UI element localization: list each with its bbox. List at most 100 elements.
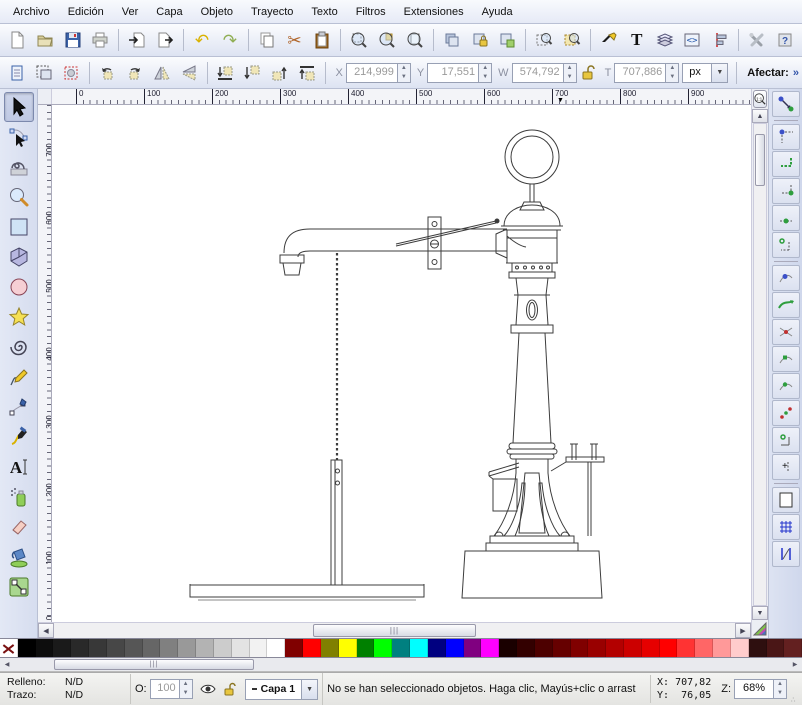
layer-selector[interactable]: Capa 1 ▼ xyxy=(245,679,318,700)
tool-rectangle[interactable] xyxy=(4,212,34,242)
snap-guides-button[interactable] xyxy=(772,541,800,567)
menu-archivo[interactable]: Archivo xyxy=(4,3,59,21)
spin-down-icon[interactable]: ▼ xyxy=(564,73,576,82)
find-replace-button[interactable] xyxy=(559,27,585,53)
save-button[interactable] xyxy=(60,27,86,53)
print-button[interactable] xyxy=(88,27,114,53)
redo-button[interactable]: ↷ xyxy=(217,27,243,53)
deselect-button[interactable] xyxy=(58,60,83,86)
swatch[interactable] xyxy=(285,639,303,657)
undo-button[interactable]: ↶ xyxy=(189,27,215,53)
input-devices-button[interactable]: ? xyxy=(772,27,798,53)
hscroll-track[interactable]: ||| xyxy=(54,623,735,638)
spin-up-icon[interactable]: ▲ xyxy=(398,64,410,73)
scroll-left-icon[interactable]: ◀ xyxy=(38,623,54,638)
swatch[interactable] xyxy=(107,639,125,657)
lower-to-bottom-button[interactable] xyxy=(213,60,238,86)
swatch[interactable] xyxy=(250,639,268,657)
spin-up-icon[interactable]: ▲ xyxy=(180,680,192,689)
open-button[interactable] xyxy=(32,27,58,53)
w-field[interactable]: 574,792▲▼ xyxy=(512,63,577,83)
layer-lock-button[interactable] xyxy=(219,678,241,700)
tool-bezier-pen[interactable] xyxy=(4,392,34,422)
scroll-down-icon[interactable]: ▼ xyxy=(752,606,768,620)
swatch[interactable] xyxy=(392,639,410,657)
swatch[interactable] xyxy=(553,639,571,657)
swatch[interactable] xyxy=(321,639,339,657)
swatch[interactable] xyxy=(535,639,553,657)
zoom-control[interactable]: Z: 68%▲▼ xyxy=(717,679,791,699)
menu-texto[interactable]: Texto xyxy=(302,3,346,21)
snap-object-centers-button[interactable] xyxy=(772,427,800,453)
swatch[interactable] xyxy=(517,639,535,657)
preferences-button[interactable] xyxy=(744,27,770,53)
spin-up-icon[interactable]: ▲ xyxy=(564,64,576,73)
menu-edicion[interactable]: Edición xyxy=(59,3,113,21)
snap-bbox-midpoints-button[interactable] xyxy=(772,205,800,231)
menu-trayecto[interactable]: Trayecto xyxy=(242,3,302,21)
snap-bbox-centers-button[interactable] xyxy=(772,232,800,258)
spin-down-icon[interactable]: ▼ xyxy=(180,689,192,698)
snap-nodes-button[interactable] xyxy=(772,265,800,291)
swatch[interactable] xyxy=(499,639,517,657)
swatch[interactable] xyxy=(767,639,785,657)
tool-star[interactable] xyxy=(4,302,34,332)
palette-scrollbar[interactable]: ◀ ||| ▶ xyxy=(0,658,802,672)
swatch[interactable] xyxy=(160,639,178,657)
tool-selector[interactable] xyxy=(4,92,34,122)
clone-button[interactable] xyxy=(467,27,493,53)
swatch[interactable] xyxy=(71,639,89,657)
enable-snap-button[interactable] xyxy=(772,91,800,117)
snap-bbox-edges-button[interactable] xyxy=(772,151,800,177)
fill-stroke-indicator[interactable]: Relleno: N/D Trazo: N/D xyxy=(3,674,131,704)
hscroll-handle[interactable]: ||| xyxy=(313,624,476,637)
swatch[interactable] xyxy=(125,639,143,657)
units-combo[interactable]: px▼ xyxy=(682,63,728,83)
swatch[interactable] xyxy=(660,639,678,657)
swatch[interactable] xyxy=(446,639,464,657)
swatch[interactable] xyxy=(784,639,802,657)
swatch[interactable] xyxy=(677,639,695,657)
spin-down-icon[interactable]: ▼ xyxy=(666,73,678,82)
chevron-down-icon[interactable]: ▼ xyxy=(712,63,728,83)
snap-cusp-nodes-button[interactable] xyxy=(772,346,800,372)
spin-down-icon[interactable]: ▼ xyxy=(479,73,491,82)
zoom-selection-button[interactable] xyxy=(346,27,372,53)
canvas[interactable] xyxy=(52,105,751,622)
zoom-drawing-button[interactable] xyxy=(374,27,400,53)
unlink-clone-button[interactable] xyxy=(495,27,521,53)
tool-3dbox[interactable] xyxy=(4,242,34,272)
paste-button[interactable] xyxy=(309,27,335,53)
tool-zoom[interactable] xyxy=(4,182,34,212)
export-button[interactable] xyxy=(152,27,178,53)
swatch[interactable] xyxy=(214,639,232,657)
xml-editor-button[interactable]: <> xyxy=(680,27,706,53)
swatch[interactable] xyxy=(642,639,660,657)
spin-up-icon[interactable]: ▲ xyxy=(479,64,491,73)
menu-ayuda[interactable]: Ayuda xyxy=(473,3,522,21)
import-button[interactable] xyxy=(124,27,150,53)
palette-scroll-left-icon[interactable]: ◀ xyxy=(0,661,14,668)
swatch[interactable] xyxy=(410,639,428,657)
lower-button[interactable] xyxy=(240,60,265,86)
vertical-ruler[interactable]: 700 600 500 400 300 200 100 0 xyxy=(38,105,52,622)
tool-tweak[interactable] xyxy=(4,152,34,182)
opacity-control[interactable]: O: 100▲▼ xyxy=(135,679,193,699)
swatch[interactable] xyxy=(267,639,285,657)
swatch[interactable] xyxy=(18,639,36,657)
swatch[interactable] xyxy=(731,639,749,657)
spin-up-icon[interactable]: ▲ xyxy=(774,680,786,689)
swatch[interactable] xyxy=(196,639,214,657)
menu-objeto[interactable]: Objeto xyxy=(192,3,242,21)
palette-scroll-right-icon[interactable]: ▶ xyxy=(788,661,802,668)
fill-stroke-button[interactable] xyxy=(596,27,622,53)
select-all-button[interactable] xyxy=(4,60,29,86)
swatch[interactable] xyxy=(428,639,446,657)
snap-paths-button[interactable] xyxy=(772,292,800,318)
align-distribute-button[interactable] xyxy=(707,27,733,53)
tool-ellipse[interactable] xyxy=(4,272,34,302)
resize-grip[interactable]: ∴ xyxy=(791,697,799,705)
raise-button[interactable] xyxy=(267,60,292,86)
snap-bbox-corners-button[interactable] xyxy=(772,178,800,204)
layers-button[interactable] xyxy=(652,27,678,53)
